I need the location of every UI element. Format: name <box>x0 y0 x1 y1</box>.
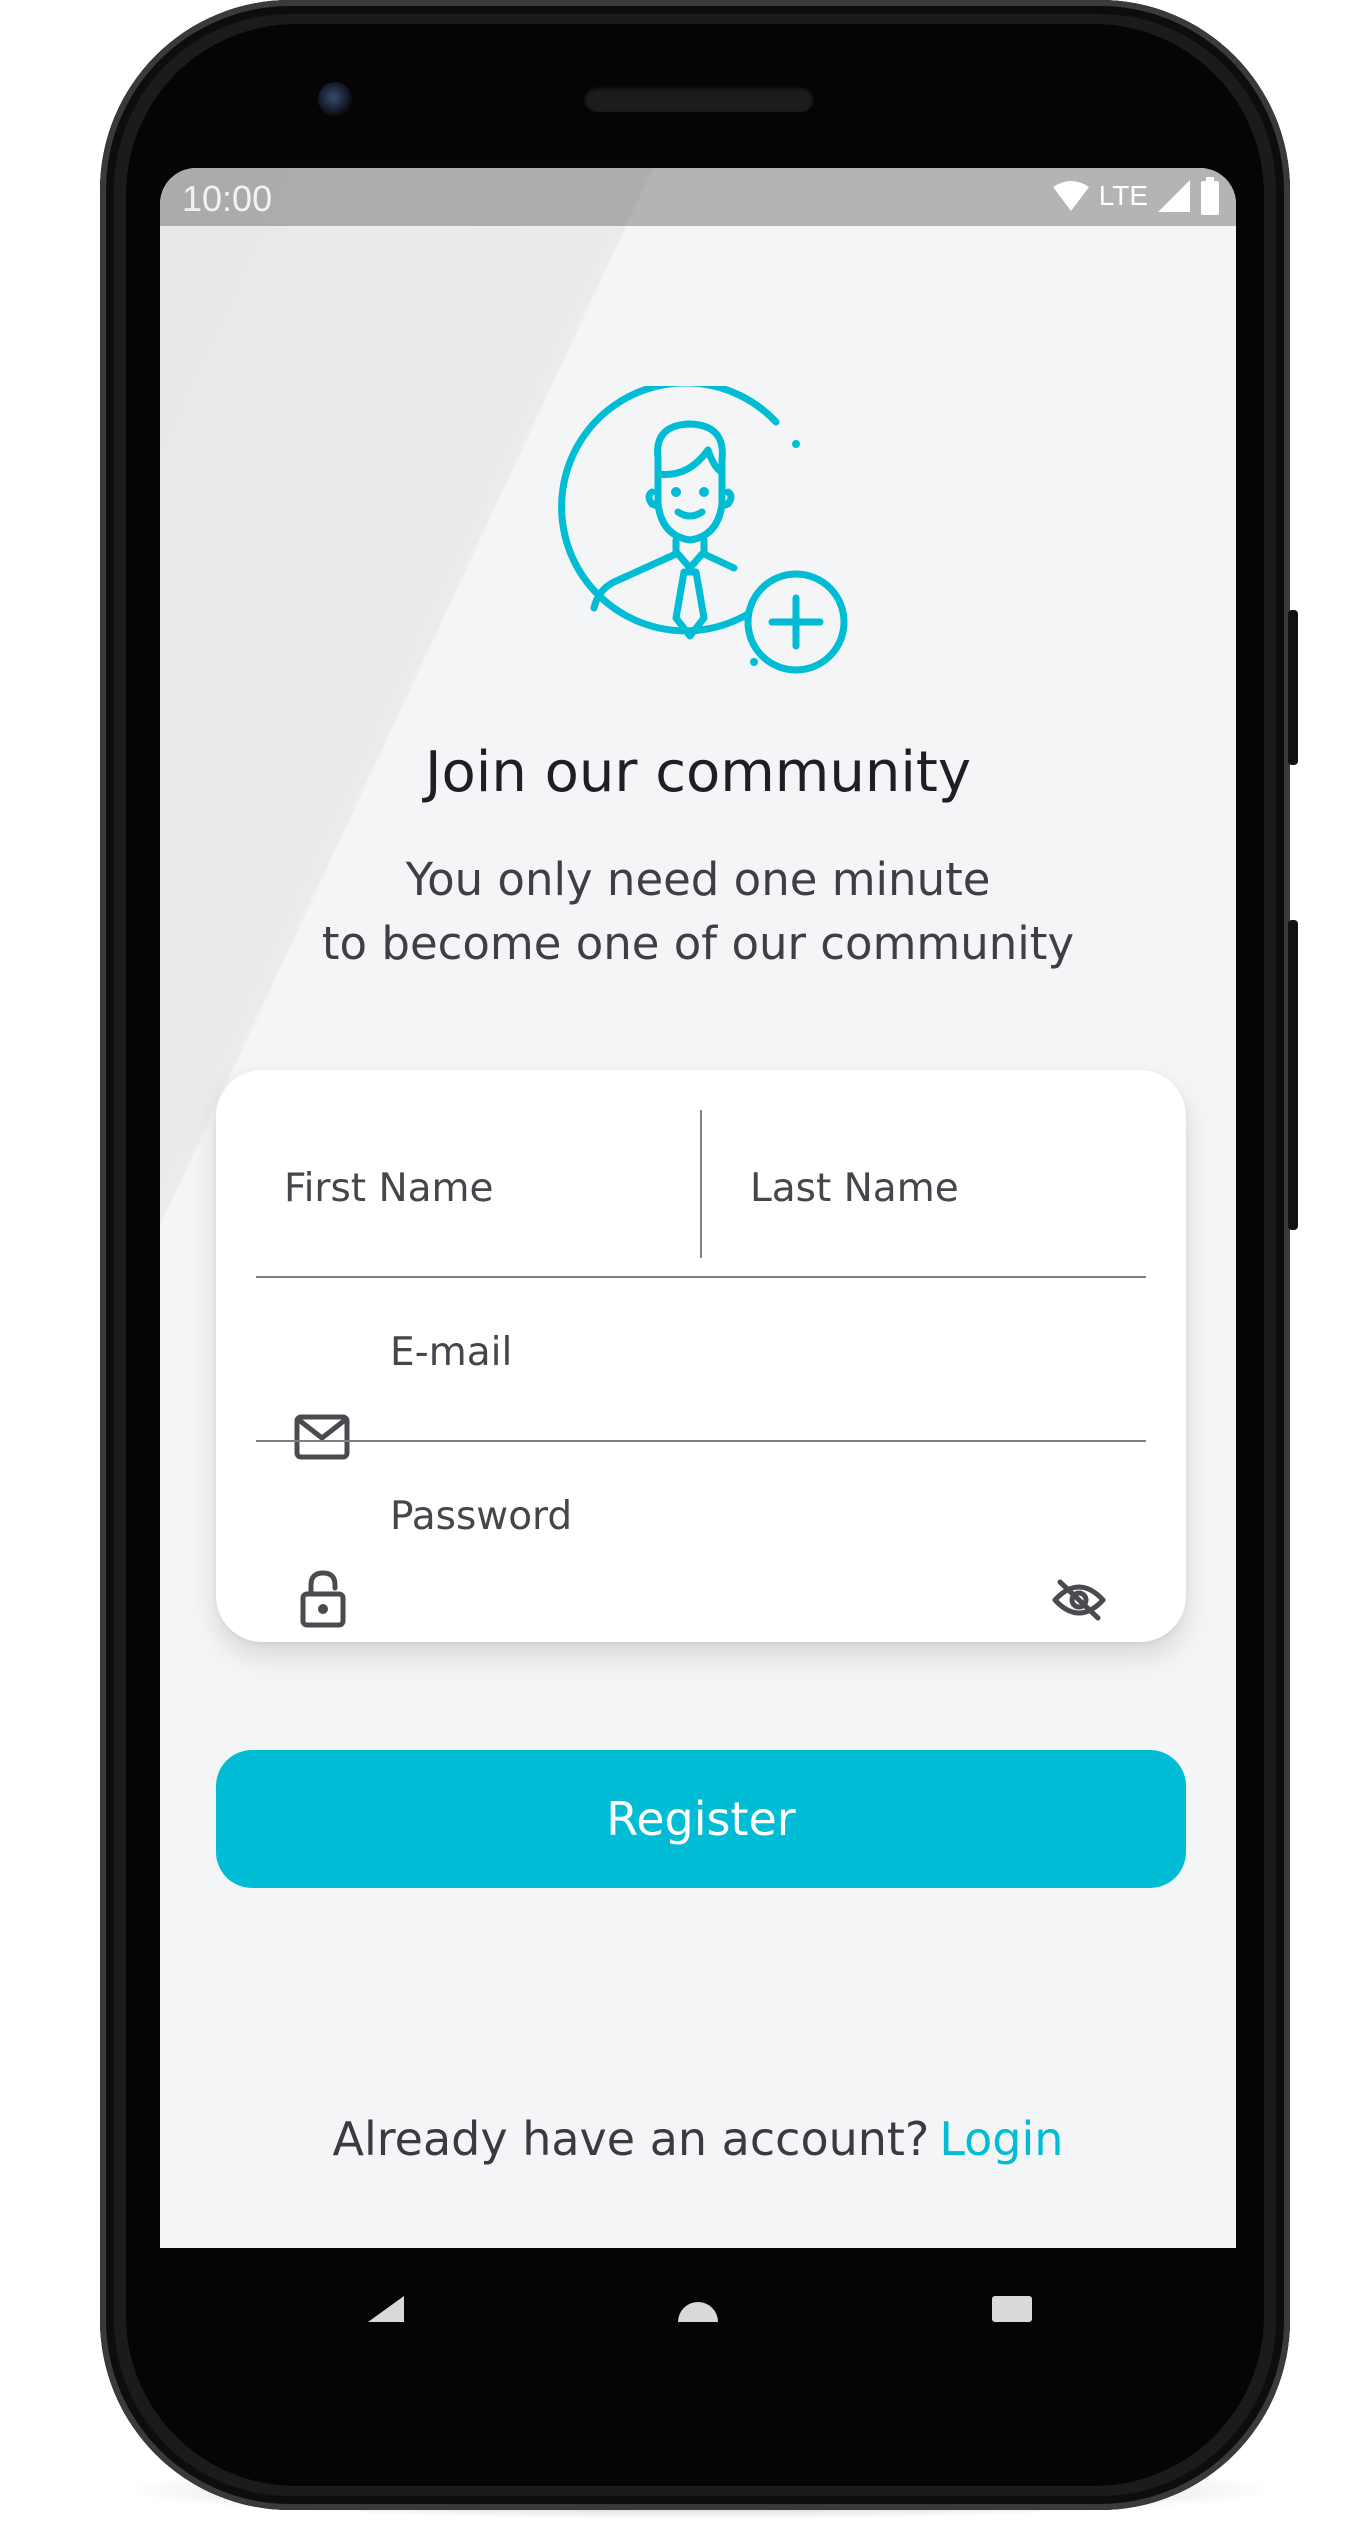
home-icon[interactable] <box>676 2292 720 2332</box>
login-prompt: Already have an account? Login <box>160 2112 1236 2166</box>
earpiece-speaker <box>584 86 814 112</box>
volume-button <box>1288 920 1298 1230</box>
first-name-field[interactable]: First Name <box>284 1166 494 1211</box>
status-time: 10:00 <box>182 178 273 219</box>
field-divider <box>256 1440 1146 1442</box>
status-icons: LTE <box>1051 176 1220 216</box>
signal-icon <box>1158 180 1190 212</box>
login-link[interactable]: Login <box>939 2112 1063 2166</box>
eye-off-icon[interactable] <box>1052 1578 1106 1622</box>
page-subtitle: You only need one minute to become one o… <box>160 848 1236 976</box>
email-field[interactable]: E-mail <box>390 1330 512 1375</box>
battery-icon <box>1201 177 1219 215</box>
page-title: Join our community <box>425 740 971 805</box>
last-name-field[interactable]: Last Name <box>750 1166 959 1211</box>
mail-icon <box>294 1414 350 1460</box>
network-type: LTE <box>1098 180 1148 211</box>
field-divider <box>256 1276 1146 1278</box>
power-button <box>1288 610 1298 765</box>
status-bar: 10:00 LTE <box>160 168 1236 226</box>
recents-icon[interactable] <box>990 2292 1034 2332</box>
subtitle-line-2: to become one of our community <box>321 917 1075 970</box>
app-screen: 10:00 LTE Join our community You only ne… <box>160 168 1236 2248</box>
register-button[interactable]: Register <box>216 1750 1186 1888</box>
front-camera <box>318 82 352 116</box>
navigation-bar <box>160 2248 1236 2378</box>
password-field[interactable]: Password <box>390 1494 572 1539</box>
lock-icon <box>300 1570 346 1628</box>
wifi-icon <box>1052 181 1089 211</box>
back-icon[interactable] <box>364 2292 408 2332</box>
login-prompt-text: Already have an account? <box>332 2112 930 2166</box>
subtitle-line-1: You only need one minute <box>405 853 991 906</box>
user-add-icon <box>558 386 848 674</box>
register-form-card: First Name Last Name E-mail Password <box>216 1070 1186 1642</box>
name-divider <box>700 1110 702 1258</box>
